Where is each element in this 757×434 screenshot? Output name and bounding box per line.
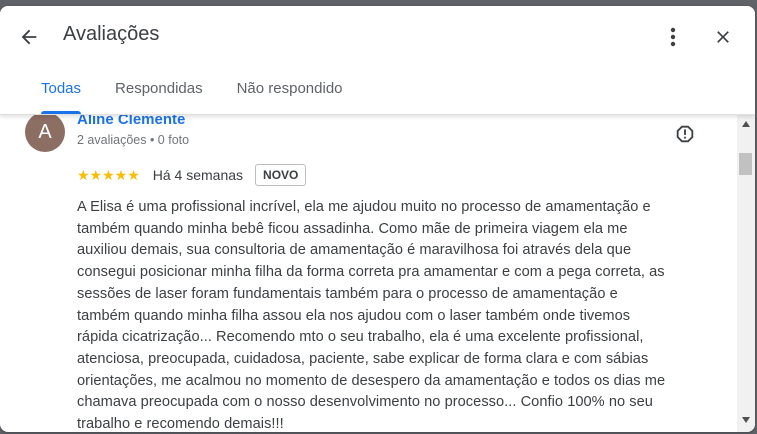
close-button[interactable] bbox=[708, 22, 738, 52]
review-text-line: trabalho e recomendo demais!!! bbox=[77, 416, 284, 432]
tab-todas[interactable]: Todas bbox=[24, 68, 98, 114]
review-time: Há 4 semanas bbox=[152, 167, 244, 183]
review-text-line: chamava preocupada com o nosso desenvolv… bbox=[77, 394, 653, 411]
review-text-line: orientações, me acalmou no momento de de… bbox=[77, 372, 666, 389]
triangle-down-icon bbox=[742, 417, 750, 423]
review-text-line: sessões de laser foram fundamentais tamb… bbox=[77, 285, 618, 302]
tab-respondidas[interactable]: Respondidas bbox=[98, 68, 220, 114]
rating-row: ★★★★★ Há 4 semanas NOVO bbox=[77, 164, 307, 186]
dialog-header: Avaliações Todas Respondidas Não respond… bbox=[0, 6, 755, 115]
report-button[interactable] bbox=[672, 121, 698, 147]
review-list[interactable]: A Aline Clemente 2 avaliações • 0 foto ★… bbox=[0, 115, 737, 432]
avatar[interactable]: A bbox=[25, 115, 65, 152]
review-text-line: também quando minha bebê ficou assadinha… bbox=[77, 220, 628, 237]
scroll-down-button[interactable] bbox=[737, 417, 755, 429]
close-icon bbox=[717, 31, 729, 43]
review-text-line: consegui posicionar minha filha da forma… bbox=[77, 264, 665, 281]
review-tabs: Todas Respondidas Não respondido bbox=[24, 68, 360, 114]
tab-nao-respondido[interactable]: Não respondido bbox=[220, 68, 360, 114]
review-text-line: atenciosa, preocupada, cuidadosa, pacien… bbox=[77, 350, 649, 367]
scroll-thumb[interactable] bbox=[739, 153, 752, 175]
review-text-line: também quando minha filha assou ela nos … bbox=[77, 307, 631, 324]
reviews-dialog: Avaliações Todas Respondidas Não respond… bbox=[0, 6, 755, 432]
report-icon bbox=[676, 125, 694, 143]
triangle-up-icon bbox=[742, 121, 750, 127]
reviewer-name[interactable]: Aline Clemente bbox=[77, 115, 185, 128]
arrow-left-icon bbox=[21, 29, 37, 45]
review-text-line: auxiliou demais, sua consultoria de amam… bbox=[77, 242, 632, 259]
scroll-up-button[interactable] bbox=[737, 121, 755, 133]
scrollbar[interactable] bbox=[737, 115, 755, 432]
review-text-line: rápida cicatrização... Recomendo mto o s… bbox=[77, 329, 644, 346]
more-options-button[interactable] bbox=[660, 22, 686, 52]
more-vert-icon bbox=[670, 27, 676, 47]
star-rating: ★★★★★ bbox=[77, 166, 140, 183]
new-badge: NOVO bbox=[255, 164, 307, 186]
reviewer-meta: 2 avaliações • 0 foto bbox=[77, 133, 190, 147]
review-text-line: A Elisa é uma profissional incrível, ela… bbox=[77, 199, 651, 215]
back-button[interactable] bbox=[14, 22, 44, 52]
page-title: Avaliações bbox=[63, 23, 160, 45]
review-text: A Elisa é uma profissional incrível, ela… bbox=[77, 197, 717, 432]
